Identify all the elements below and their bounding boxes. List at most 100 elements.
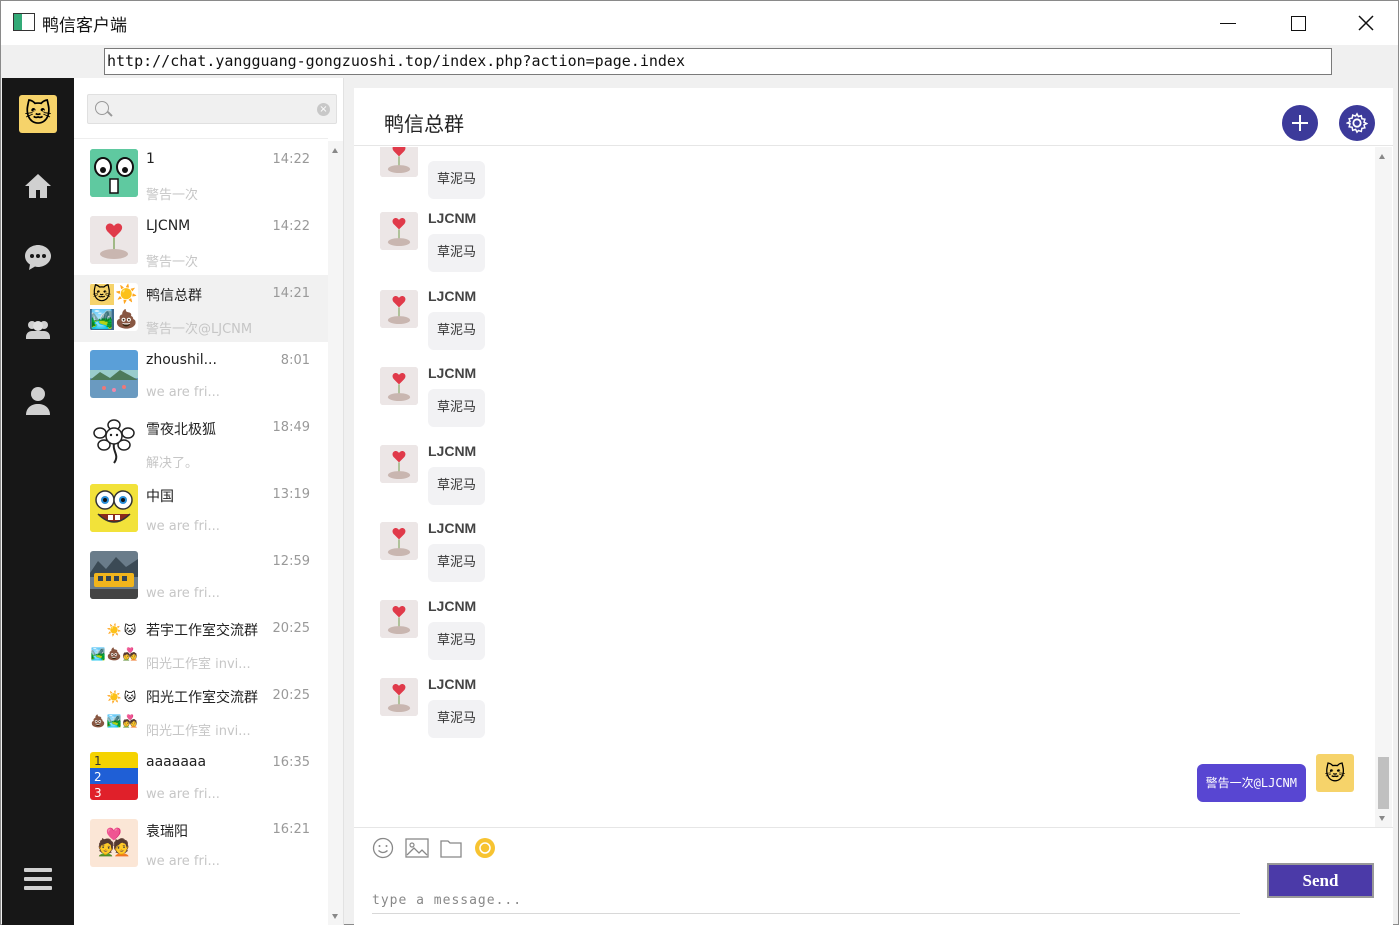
svg-text:2: 2 (94, 770, 102, 784)
conversation-name: LJCNM (146, 218, 191, 234)
avatar: 1 2 3 (90, 752, 138, 800)
image-icon[interactable] (405, 836, 429, 860)
svg-text:1: 1 (94, 754, 102, 768)
home-icon[interactable] (20, 168, 56, 204)
conversation-time: 14:21 (272, 286, 310, 301)
message-bubble: 草泥马 (428, 622, 486, 660)
user-avatar[interactable]: 🐱 (19, 95, 57, 133)
search-input[interactable] (116, 99, 306, 119)
message-avatar (380, 445, 418, 483)
conversation-item[interactable]: 🐱 ☀️ 🏞️ 💩 鸭信总群 14:21 警告一次@LJCNM (74, 275, 328, 342)
conversation-preview: 警告一次 (146, 255, 199, 270)
conversation-item[interactable]: 💑 袁瑞阳 16:21 we are fri... (74, 811, 328, 878)
conversation-name: zhoushil... (146, 352, 217, 368)
conversation-item[interactable]: LJCNM 14:22 警告一次 (74, 208, 328, 275)
settings-button[interactable] (1339, 105, 1375, 141)
conversation-item[interactable]: ☀️ 🐱 💩 🏞️ 💑 阳光工作室交流群 20:25 阳光工作室 invi... (74, 677, 328, 744)
message-avatar (380, 600, 418, 638)
conversation-name: aaaaaaa (146, 754, 207, 770)
sticker-icon[interactable] (473, 836, 497, 860)
conversation-name: 若宇工作室交流群 (146, 623, 258, 639)
scroll-up-icon[interactable] (1379, 154, 1385, 159)
conversation-preview: 警告一次@LJCNM (146, 322, 253, 337)
emoji-icon[interactable] (371, 836, 395, 860)
conversation-preview: we are fri... (146, 519, 220, 534)
conversation-item[interactable]: zhoushil... 8:01 we are fri... (74, 342, 328, 409)
message-bubble: 草泥马 (428, 700, 486, 738)
add-button[interactable] (1282, 105, 1318, 141)
clear-search-icon[interactable]: × (317, 103, 330, 116)
conversation-time: 16:21 (272, 822, 310, 837)
message-bubble: 草泥马 (428, 467, 486, 505)
message-sender: LJCNM (428, 676, 477, 692)
message-avatar (380, 522, 418, 560)
message-input[interactable] (372, 888, 1240, 914)
close-icon (1358, 15, 1374, 31)
minimize-button[interactable] (1193, 1, 1263, 45)
conversation-preview: we are fri... (146, 385, 220, 400)
scroll-down-icon[interactable] (1379, 816, 1385, 821)
conversation-name: 雪夜北极狐 (146, 422, 216, 438)
maximize-button[interactable] (1263, 1, 1333, 45)
avatar (90, 484, 138, 532)
conversation-time: 20:25 (272, 688, 310, 703)
app-window: 鸭信客户端 http://chat.yangguang-gongzuoshi.t… (0, 0, 1399, 925)
divider (74, 138, 328, 139)
message-bubble: 草泥马 (428, 312, 486, 350)
gear-icon (1346, 112, 1368, 134)
conversation-name: 中国 (146, 489, 174, 505)
avatar: 💑 (90, 819, 138, 867)
conversation-item[interactable]: 中国 13:19 we are fri... (74, 476, 328, 543)
chat-scrollbar[interactable] (1375, 147, 1392, 827)
avatar: ☀️ 🐱 🏞️ 💩 💑 (90, 618, 138, 666)
svg-text:3: 3 (94, 786, 102, 800)
conversation-item[interactable]: 12:59 we are fri... (74, 543, 328, 610)
conversation-scrollbar[interactable] (328, 141, 343, 925)
my-avatar: 🐱 (1316, 754, 1354, 792)
send-button[interactable]: Send (1267, 863, 1374, 898)
search-icon (95, 101, 109, 115)
conversation-name: 阳光工作室交流群 (146, 690, 258, 706)
conversation-item[interactable]: ☀️ 🐱 🏞️ 💩 💑 若宇工作室交流群 20:25 阳光工作室 invi... (74, 610, 328, 677)
conversation-preview: we are fri... (146, 787, 220, 802)
message-avatar (380, 678, 418, 716)
file-icon[interactable] (439, 836, 463, 860)
message-sender: LJCNM (428, 288, 477, 304)
conversation-preview: 解决了。 (146, 456, 199, 471)
conversation-time: 8:01 (280, 353, 310, 368)
avatar: 🐱 ☀️ 🏞️ 💩 (90, 283, 138, 331)
url-field[interactable]: http://chat.yangguang-gongzuoshi.top/ind… (104, 48, 1332, 75)
chat-icon[interactable] (20, 239, 56, 275)
message-sender: LJCNM (428, 443, 477, 459)
conversation-time: 14:22 (272, 152, 310, 167)
message-sender: LJCNM (428, 210, 477, 226)
contacts-icon[interactable] (20, 311, 56, 347)
profile-icon[interactable] (20, 383, 56, 419)
scroll-down-icon[interactable] (332, 914, 338, 919)
conversation-time: 16:35 (272, 755, 310, 770)
maximize-icon (1290, 15, 1306, 31)
message-avatar (380, 367, 418, 405)
avatar: ☀️ 🐱 💩 🏞️ 💑 (90, 685, 138, 733)
message-avatar (380, 147, 418, 177)
avatar (90, 216, 138, 264)
conversation-preview: we are fri... (146, 854, 220, 869)
conversation-item[interactable]: 1 2 3 aaaaaaa 16:35 we are fri... (74, 744, 328, 811)
search-box[interactable]: × (87, 94, 337, 124)
window-title: 鸭信客户端 (42, 16, 127, 36)
menu-icon[interactable] (20, 861, 56, 897)
conversation-time: 20:25 (272, 621, 310, 636)
message-sender: LJCNM (428, 365, 477, 381)
composer: Send (354, 827, 1393, 925)
conversation-item[interactable]: 雪夜北极狐 18:49 解决了。 (74, 409, 328, 476)
close-button[interactable] (1331, 1, 1399, 45)
message-sender: LJCNM (428, 520, 477, 536)
scroll-up-icon[interactable] (332, 148, 338, 153)
address-bar: http://chat.yangguang-gongzuoshi.top/ind… (1, 45, 1398, 78)
conversation-name: 1 (146, 151, 155, 167)
chat-title: 鸭信总群 (384, 112, 464, 136)
conversation-item[interactable]: 1 14:22 警告一次 (74, 141, 328, 208)
scrollbar-thumb[interactable] (1378, 757, 1389, 809)
message-area: 草泥马 LJCNM 草泥马 LJCNM 草泥马 LJCNM 草泥马 LJCNM … (354, 147, 1375, 827)
plus-icon (1292, 115, 1308, 131)
